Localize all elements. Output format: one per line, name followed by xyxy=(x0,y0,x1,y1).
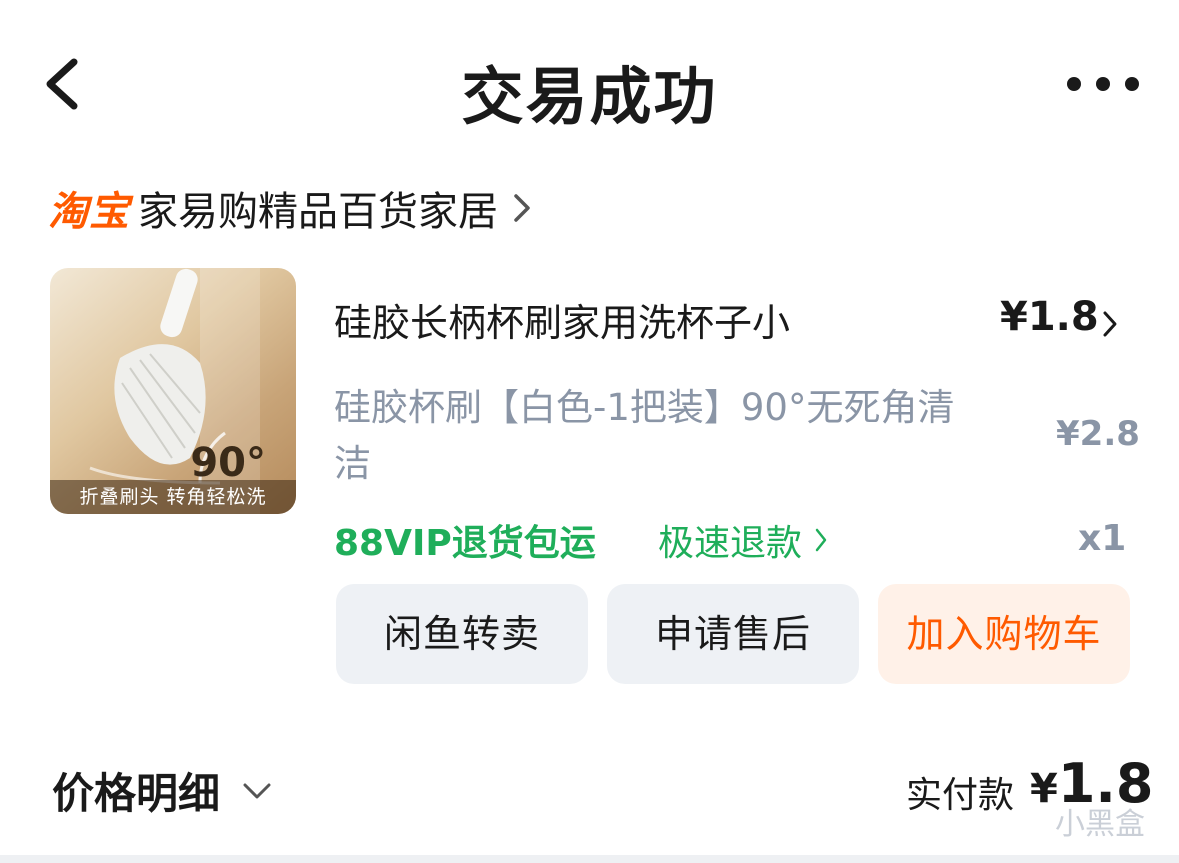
shop-link[interactable]: 淘宝 家易购精品百货家居 xyxy=(48,178,532,238)
page-title: 交易成功 xyxy=(461,60,718,133)
vip-return-tag: 88VIP退货包运 xyxy=(334,523,596,564)
taobao-logo: 淘宝 xyxy=(48,189,130,235)
chevron-right-icon xyxy=(514,194,530,222)
fast-refund-link[interactable]: 极速退款 xyxy=(658,514,828,566)
watermark-text: 小黑盒 xyxy=(1055,807,1145,842)
product-spec: 硅胶杯刷【白色-1把装】90°无死角清洁 xyxy=(334,386,955,485)
shop-name: 家易购精品百货家居 xyxy=(138,189,498,235)
quantity: x1 xyxy=(1078,518,1127,559)
chevron-right-icon xyxy=(815,528,827,552)
bottom-divider xyxy=(0,855,1179,863)
product-price[interactable]: ¥1.8 xyxy=(1000,294,1099,340)
watermark: 小黑盒 xyxy=(1055,799,1145,843)
thumbnail-caption: 折叠刷头 转角轻松洗 xyxy=(50,480,296,514)
paid-currency: ¥ xyxy=(1030,766,1058,812)
product-thumbnail[interactable]: 90° 折叠刷头 转角轻松洗 xyxy=(50,268,296,514)
product-title[interactable]: 硅胶长柄杯刷家用洗杯子小 xyxy=(334,292,790,347)
chevron-down-icon xyxy=(243,783,271,798)
fast-refund-label: 极速退款 xyxy=(658,523,803,564)
resell-button[interactable]: 闲鱼转卖 xyxy=(336,584,588,684)
chevron-right-icon xyxy=(1103,311,1117,337)
add-to-cart-button[interactable]: 加入购物车 xyxy=(878,584,1130,684)
after-sale-button[interactable]: 申请售后 xyxy=(607,584,859,684)
more-icon[interactable] xyxy=(1062,70,1144,98)
paid-label: 实付款 xyxy=(906,775,1015,816)
price-detail-label: 价格明细 xyxy=(52,769,221,818)
price-detail-toggle[interactable]: 价格明细 xyxy=(52,760,272,821)
original-price: ¥2.8 xyxy=(1056,414,1140,454)
